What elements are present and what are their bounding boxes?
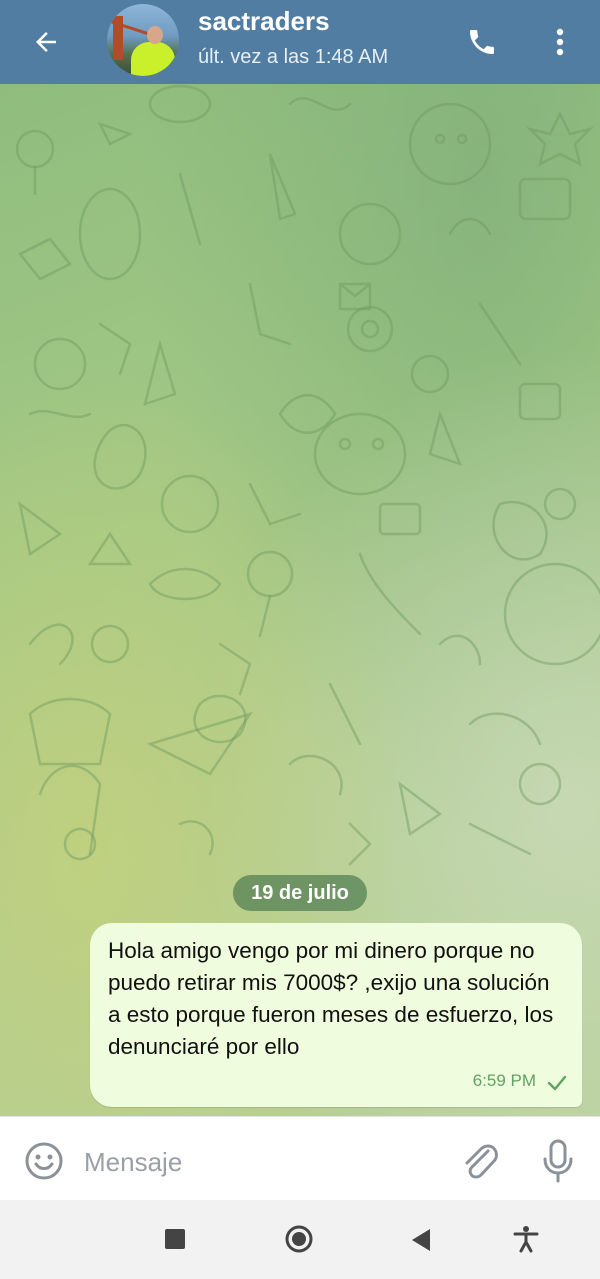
more-options-button[interactable]	[538, 18, 582, 66]
accessibility-icon[interactable]	[513, 1225, 539, 1253]
arrow-left-icon	[36, 32, 56, 52]
outgoing-message-bubble[interactable]: Hola amigo vengo por mi dinero porque no…	[90, 923, 582, 1107]
more-vert-icon	[556, 28, 564, 56]
microphone-icon	[543, 1139, 573, 1183]
emoji-icon	[25, 1142, 63, 1180]
call-button[interactable]	[458, 18, 506, 66]
triangle-back-icon[interactable]	[410, 1227, 432, 1253]
avatar[interactable]	[107, 4, 179, 76]
chat-area[interactable]: 19 de julio Hola amigo vengo por mi dine…	[0, 84, 600, 1116]
message-input[interactable]	[82, 1139, 426, 1185]
square-icon[interactable]	[165, 1229, 185, 1249]
date-separator: 19 de julio	[233, 875, 367, 911]
attach-button[interactable]	[458, 1137, 502, 1185]
phone-icon	[470, 30, 494, 54]
last-seen-status: últ. vez a las 1:48 AM	[198, 46, 389, 68]
message-input-bar	[0, 1116, 600, 1201]
paperclip-icon	[465, 1144, 498, 1179]
emoji-button[interactable]	[22, 1139, 66, 1183]
voice-message-button[interactable]	[536, 1137, 580, 1185]
message-time: 6:59 PM	[472, 1071, 536, 1090]
circle-home-icon[interactable]	[284, 1224, 314, 1254]
message-text: Hola amigo vengo por mi dinero porque no…	[108, 938, 560, 1059]
contact-name[interactable]: sactraders	[198, 6, 330, 37]
back-button[interactable]	[22, 18, 70, 66]
check-icon	[547, 1075, 567, 1091]
chat-header: sactraders últ. vez a las 1:48 AM	[0, 0, 600, 84]
system-navigation-bar	[0, 1200, 600, 1279]
